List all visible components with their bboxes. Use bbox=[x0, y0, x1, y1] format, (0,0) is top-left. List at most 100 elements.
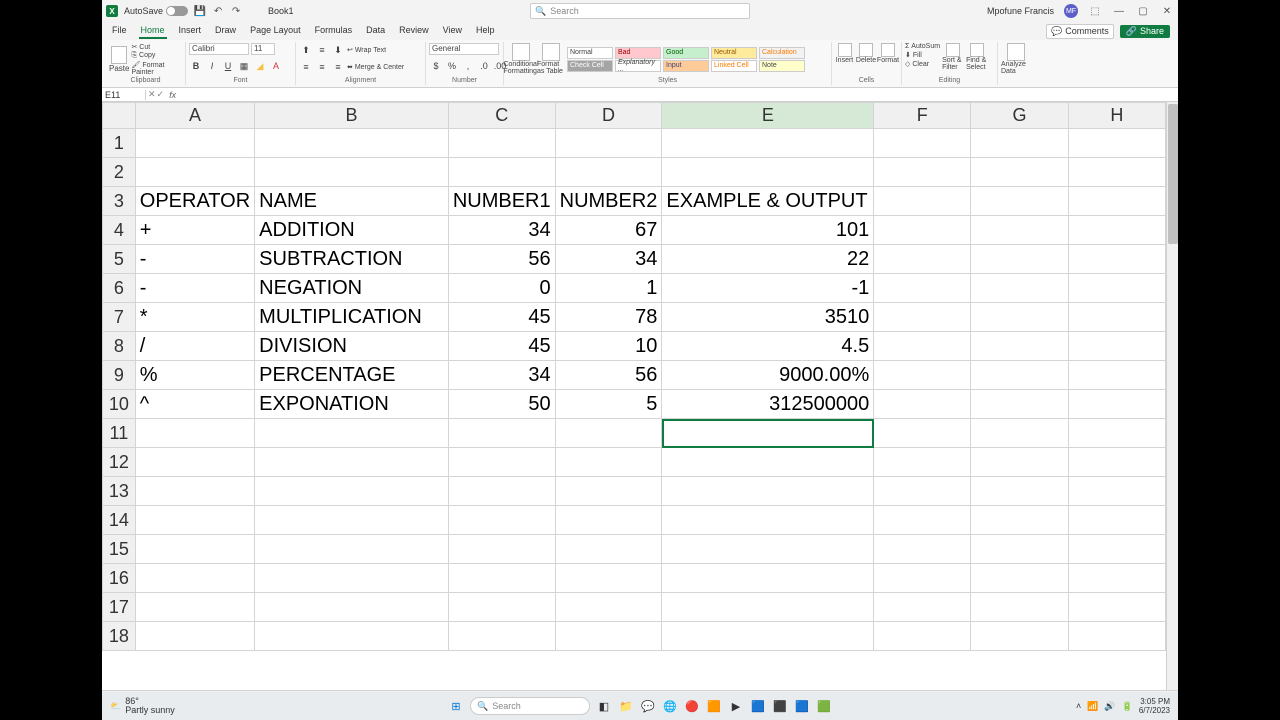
task-view-icon[interactable]: ◧ bbox=[596, 698, 612, 714]
explorer-icon[interactable]: 📁 bbox=[618, 698, 634, 714]
align-left-button[interactable]: ≡ bbox=[299, 60, 313, 74]
cell-C10[interactable]: 50 bbox=[448, 390, 555, 419]
clock[interactable]: 3:05 PM 6/7/2023 bbox=[1139, 697, 1170, 715]
cell-A4[interactable]: + bbox=[135, 216, 254, 245]
excel-taskbar-icon[interactable]: 🟩 bbox=[816, 698, 832, 714]
cell-D15[interactable] bbox=[555, 535, 662, 564]
cell-style-linked-cell[interactable]: Linked Cell bbox=[711, 60, 757, 72]
copy-button[interactable]: ⎘ Copy bbox=[131, 52, 182, 60]
format-as-table-button[interactable]: Format as Table bbox=[537, 43, 565, 75]
cell-A17[interactable] bbox=[135, 593, 254, 622]
ribbon-display-icon[interactable]: ⬚ bbox=[1088, 6, 1102, 17]
align-middle-button[interactable]: ≡ bbox=[315, 43, 329, 57]
menu-tab-view[interactable]: View bbox=[441, 23, 464, 39]
cell-E18[interactable] bbox=[662, 622, 874, 651]
cell-C5[interactable]: 56 bbox=[448, 245, 555, 274]
cell-H9[interactable] bbox=[1068, 361, 1165, 390]
font-select[interactable]: Calibri bbox=[189, 43, 249, 55]
row-header-13[interactable]: 13 bbox=[103, 477, 136, 506]
cell-F13[interactable] bbox=[874, 477, 971, 506]
cell-E6[interactable]: -1 bbox=[662, 274, 874, 303]
weather-widget[interactable]: ⛅ 86° Partly sunny bbox=[102, 697, 183, 715]
italic-button[interactable]: I bbox=[205, 59, 219, 73]
cell-F9[interactable] bbox=[874, 361, 971, 390]
office-icon[interactable]: 🟧 bbox=[706, 698, 722, 714]
cell-E2[interactable] bbox=[662, 158, 874, 187]
cell-G6[interactable] bbox=[971, 274, 1068, 303]
cell-E9[interactable]: 9000.00% bbox=[662, 361, 874, 390]
column-header-H[interactable]: H bbox=[1068, 103, 1165, 129]
cell-C14[interactable] bbox=[448, 506, 555, 535]
cell-B4[interactable]: ADDITION bbox=[255, 216, 449, 245]
cell-C17[interactable] bbox=[448, 593, 555, 622]
cell-H10[interactable] bbox=[1068, 390, 1165, 419]
find-select-button[interactable]: Find & Select bbox=[966, 43, 988, 71]
merge-center-button[interactable]: ⬌ Merge & Center bbox=[347, 63, 404, 71]
cell-D3[interactable]: NUMBER2 bbox=[555, 187, 662, 216]
increase-decimal-button[interactable]: .0 bbox=[477, 59, 491, 73]
row-header-16[interactable]: 16 bbox=[103, 564, 136, 593]
cell-E10[interactable]: 312500000 bbox=[662, 390, 874, 419]
row-header-14[interactable]: 14 bbox=[103, 506, 136, 535]
cell-F3[interactable] bbox=[874, 187, 971, 216]
cell-C2[interactable] bbox=[448, 158, 555, 187]
row-header-10[interactable]: 10 bbox=[103, 390, 136, 419]
cell-E13[interactable] bbox=[662, 477, 874, 506]
cell-style-calculation[interactable]: Calculation bbox=[759, 47, 805, 59]
cell-D17[interactable] bbox=[555, 593, 662, 622]
cell-G18[interactable] bbox=[971, 622, 1068, 651]
battery-icon[interactable]: 🔋 bbox=[1122, 701, 1133, 712]
cell-B9[interactable]: PERCENTAGE bbox=[255, 361, 449, 390]
fx-icon[interactable]: fx bbox=[166, 90, 179, 100]
cell-H17[interactable] bbox=[1068, 593, 1165, 622]
cell-D9[interactable]: 56 bbox=[555, 361, 662, 390]
cell-C7[interactable]: 45 bbox=[448, 303, 555, 332]
volume-icon[interactable]: 🔊 bbox=[1104, 701, 1115, 712]
cell-G4[interactable] bbox=[971, 216, 1068, 245]
percent-button[interactable]: % bbox=[445, 59, 459, 73]
format-cells-button[interactable]: Format bbox=[878, 43, 898, 64]
cell-H16[interactable] bbox=[1068, 564, 1165, 593]
cell-H15[interactable] bbox=[1068, 535, 1165, 564]
cell-F10[interactable] bbox=[874, 390, 971, 419]
cell-F11[interactable] bbox=[874, 419, 971, 448]
align-bottom-button[interactable]: ⬇ bbox=[331, 43, 345, 57]
fill-button[interactable]: ⬇ Fill bbox=[905, 51, 940, 59]
cell-B2[interactable] bbox=[255, 158, 449, 187]
menu-tab-data[interactable]: Data bbox=[364, 23, 387, 39]
cell-A10[interactable]: ^ bbox=[135, 390, 254, 419]
cell-B8[interactable]: DIVISION bbox=[255, 332, 449, 361]
cell-E14[interactable] bbox=[662, 506, 874, 535]
column-header-C[interactable]: C bbox=[448, 103, 555, 129]
cell-style-input[interactable]: Input bbox=[663, 60, 709, 72]
chrome-icon[interactable]: 🔴 bbox=[684, 698, 700, 714]
cell-H2[interactable] bbox=[1068, 158, 1165, 187]
search-input[interactable]: 🔍 Search bbox=[530, 3, 750, 19]
column-header-D[interactable]: D bbox=[555, 103, 662, 129]
row-header-18[interactable]: 18 bbox=[103, 622, 136, 651]
comments-button[interactable]: 💬 Comments bbox=[1046, 24, 1114, 39]
bold-button[interactable]: B bbox=[189, 59, 203, 73]
cell-H7[interactable] bbox=[1068, 303, 1165, 332]
cell-F6[interactable] bbox=[874, 274, 971, 303]
cell-D1[interactable] bbox=[555, 129, 662, 158]
cell-E11[interactable] bbox=[662, 419, 874, 448]
cell-B17[interactable] bbox=[255, 593, 449, 622]
cell-G14[interactable] bbox=[971, 506, 1068, 535]
cell-D4[interactable]: 67 bbox=[555, 216, 662, 245]
cell-H18[interactable] bbox=[1068, 622, 1165, 651]
cell-F7[interactable] bbox=[874, 303, 971, 332]
cell-A18[interactable] bbox=[135, 622, 254, 651]
cell-E16[interactable] bbox=[662, 564, 874, 593]
cell-D12[interactable] bbox=[555, 448, 662, 477]
cell-D5[interactable]: 34 bbox=[555, 245, 662, 274]
row-header-9[interactable]: 9 bbox=[103, 361, 136, 390]
chat-icon[interactable]: 💬 bbox=[640, 698, 656, 714]
cell-F17[interactable] bbox=[874, 593, 971, 622]
font-size-select[interactable]: 11 bbox=[251, 43, 275, 55]
delete-cells-button[interactable]: Delete bbox=[856, 43, 876, 64]
insert-cells-button[interactable]: Insert bbox=[835, 43, 854, 64]
menu-tab-file[interactable]: File bbox=[110, 23, 129, 39]
cell-C9[interactable]: 34 bbox=[448, 361, 555, 390]
autosum-button[interactable]: Σ AutoSum bbox=[905, 43, 940, 50]
